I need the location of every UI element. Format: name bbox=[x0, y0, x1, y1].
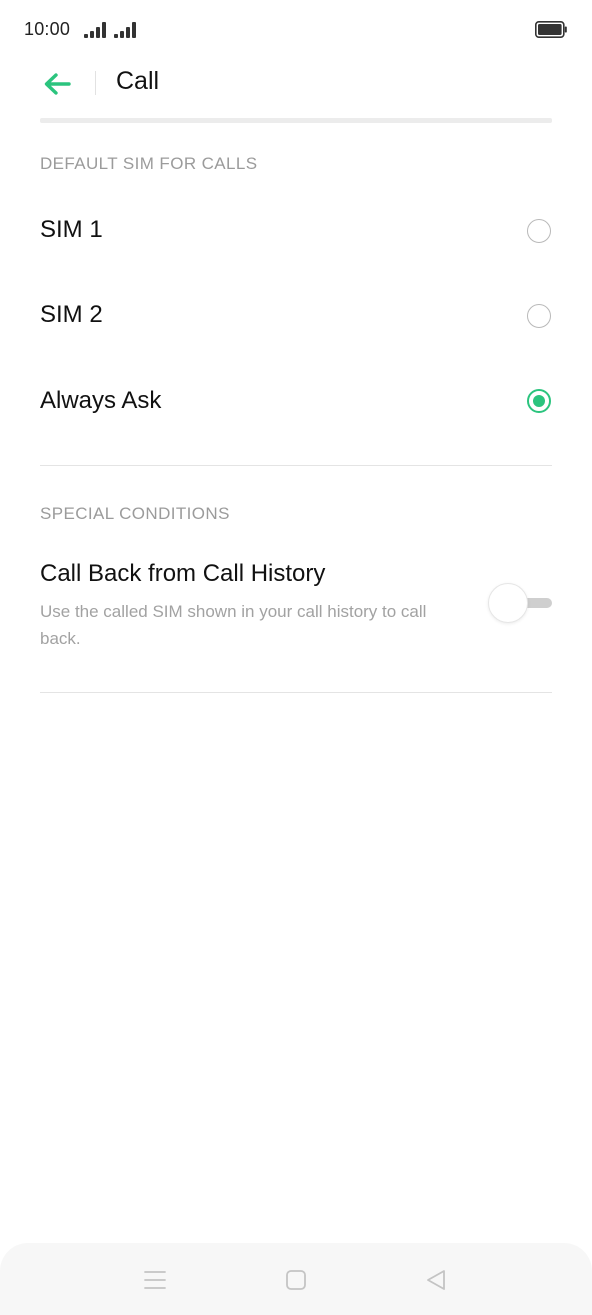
section-divider bbox=[40, 692, 552, 693]
nav-menu-button[interactable] bbox=[140, 1265, 170, 1295]
nav-back-button[interactable] bbox=[421, 1265, 451, 1295]
header-separator bbox=[40, 118, 552, 123]
section-divider bbox=[40, 465, 552, 466]
radio-button-sim2[interactable] bbox=[527, 304, 551, 328]
call-back-description: Use the called SIM shown in your call hi… bbox=[40, 602, 427, 648]
sim-option-sim1[interactable]: SIM 1 bbox=[0, 190, 592, 270]
sim-option-sim2[interactable]: SIM 2 bbox=[0, 275, 592, 355]
signal-icon bbox=[84, 21, 108, 38]
nav-home-button[interactable] bbox=[281, 1265, 311, 1295]
home-icon bbox=[286, 1270, 306, 1290]
section-label-default-sim: DEFAULT SIM FOR CALLS bbox=[40, 154, 258, 173]
signal-icon bbox=[114, 21, 138, 38]
radio-button-always-ask[interactable] bbox=[527, 389, 551, 413]
status-bar: 10:00 bbox=[0, 0, 592, 60]
sim-option-always-ask[interactable]: Always Ask bbox=[0, 361, 592, 441]
status-time: 10:00 bbox=[24, 19, 71, 39]
section-label-special-conditions: SPECIAL CONDITIONS bbox=[40, 504, 230, 523]
sim-option-label: SIM 1 bbox=[40, 216, 103, 243]
toggle-thumb bbox=[488, 583, 528, 623]
back-icon bbox=[427, 1270, 445, 1290]
system-nav-bar bbox=[0, 1243, 592, 1315]
back-arrow-icon bbox=[44, 73, 71, 95]
radio-button-sim1[interactable] bbox=[527, 219, 551, 243]
call-back-title: Call Back from Call History bbox=[40, 560, 326, 587]
battery-icon bbox=[535, 21, 567, 38]
page-title: Call bbox=[116, 67, 160, 95]
sim-option-label: SIM 2 bbox=[40, 301, 103, 328]
call-back-toggle[interactable] bbox=[488, 583, 552, 623]
sim-option-label: Always Ask bbox=[40, 387, 162, 414]
menu-icon bbox=[144, 1271, 166, 1289]
header-divider bbox=[95, 71, 96, 95]
app-header: Call bbox=[0, 60, 592, 118]
call-settings-screen: 10:00 Call DEFAULT SIM FOR CALLS SIM 1 S… bbox=[0, 0, 592, 1315]
back-button[interactable] bbox=[38, 65, 76, 103]
